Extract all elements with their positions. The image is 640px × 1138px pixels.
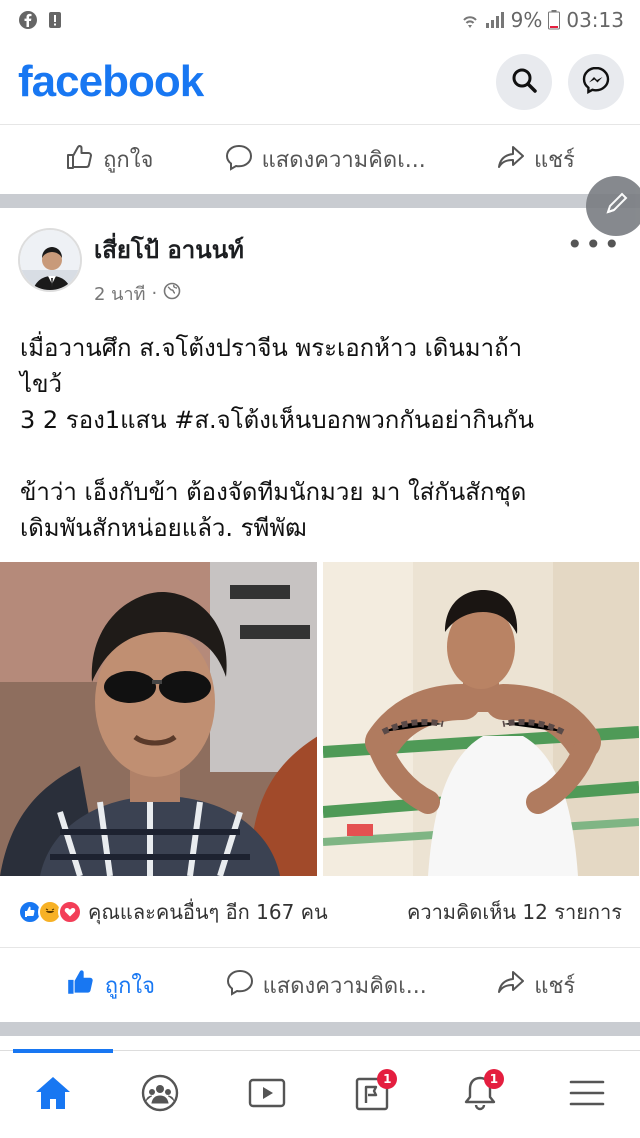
signal-icon [485,11,505,29]
share-icon [496,968,526,1002]
like-button[interactable]: ถูกใจ [65,967,155,1003]
post-header: เสี่ยโป้ อานนท์ 2 นาที · [0,208,640,320]
post-time[interactable]: 2 นาที [94,279,145,308]
share-button[interactable]: แชร์ [496,142,575,177]
pages-badge: 1 [377,1068,398,1089]
facebook-logo[interactable]: facebook [18,57,204,107]
comment-icon [225,968,255,1002]
post-photos [0,562,640,876]
notifications-badge: 1 [483,1068,504,1089]
author-avatar[interactable] [18,228,82,292]
likes-count: คุณและคนอื่นๆ อีก 167 คน [88,899,328,924]
comments-count[interactable]: ความคิดเห็น 12 รายการ [407,896,622,928]
post-photo-left[interactable] [0,562,317,876]
post-actions: ถูกใจ แสดงความคิดเ... แชร์ [0,948,640,1022]
bottom-navigation: 1 1 [0,1048,640,1138]
author-block: เสี่ยโป้ อานนท์ 2 นาที · [94,228,244,308]
alert-notification-icon [48,10,62,30]
meta-dot: · [151,283,158,304]
app-header: facebook [0,40,640,124]
thumbs-up-filled-icon [65,967,97,1003]
header-actions [496,54,624,110]
feed-divider [0,194,640,208]
feed-divider [0,1022,640,1036]
post-text-line: 3 2 รอง1แสน #ส.จโต้งเห็นบอกพวกกันอย่ากิน… [20,406,535,434]
post-text-line: เดิมพันสักหน่อยแล้ว. รพีพัฒ [20,514,307,542]
edit-floating-button[interactable] [586,176,640,236]
previous-post-actions: ถูกใจ แสดงความคิดเ... แชร์ [0,124,640,194]
wifi-icon [461,10,479,30]
search-button[interactable] [496,54,552,110]
post-text-line: เมื่อวานศึก ส.จโต้งปราจีน พระเอกห้าว เดิ… [20,334,523,362]
status-bar: 9% 03:13 [0,0,640,40]
messenger-button[interactable] [568,54,624,110]
facebook-notification-icon [18,10,38,30]
share-button[interactable]: แชร์ [496,968,575,1003]
nav-menu[interactable] [547,1051,627,1138]
post-text-line: ไขว้ [20,370,62,398]
author-name[interactable]: เสี่ยโป้ อานนท์ [94,230,244,269]
nav-home[interactable] [13,1048,114,1138]
battery-percent: 9% [510,8,543,32]
post-meta: 2 นาที · [94,279,244,308]
reaction-icons: คุณและคนอื่นๆ อีก 167 คน [18,896,328,928]
nav-watch[interactable] [227,1051,307,1138]
video-play-icon [247,1075,287,1115]
love-reaction-icon [58,899,82,924]
groups-icon [140,1073,180,1117]
share-label: แชร์ [533,148,575,173]
pencil-icon [602,190,630,222]
thumbs-up-icon [65,143,95,177]
battery-icon [548,10,561,30]
hamburger-menu-icon [568,1078,606,1112]
comment-button[interactable]: แสดงความคิดเ... [225,968,427,1003]
post-text: เมื่อวานศึก ส.จโต้งปราจีน พระเอกห้าว เดิ… [0,320,640,546]
status-right: 9% 03:13 [461,8,624,32]
nav-groups[interactable] [120,1051,200,1138]
comment-button[interactable]: แสดงความคิดเ... [224,142,426,177]
comment-icon [224,143,254,177]
post-text-line: ข้าว่า เอ็งกับข้า ต้องจัดทีมนักมวย มา ใส… [20,478,527,506]
globe-icon [163,282,181,305]
reactions-summary[interactable]: คุณและคนอื่นๆ อีก 167 คน ความคิดเห็น 12 … [0,876,640,948]
comment-label: แสดงความคิดเ... [262,973,427,999]
like-label: ถูกใจ [104,973,156,999]
nav-notifications[interactable]: 1 [440,1051,520,1138]
feed-post: เสี่ยโป้ อานนท์ 2 นาที · ••• เมื่อวานศึก… [0,208,640,1036]
nav-pages[interactable]: 1 [333,1051,413,1138]
comment-label: แสดงความคิดเ... [261,148,426,173]
post-photo-right[interactable] [323,562,640,876]
share-icon [496,143,526,177]
like-label: ถูกใจ [103,148,154,173]
share-label: แชร์ [534,973,576,999]
more-options-button[interactable]: ••• [566,231,622,259]
messenger-icon [581,65,611,99]
search-icon [510,66,538,98]
status-left [18,10,62,30]
home-icon [33,1074,73,1116]
like-button[interactable]: ถูกใจ [65,142,153,177]
clock: 03:13 [566,8,624,32]
